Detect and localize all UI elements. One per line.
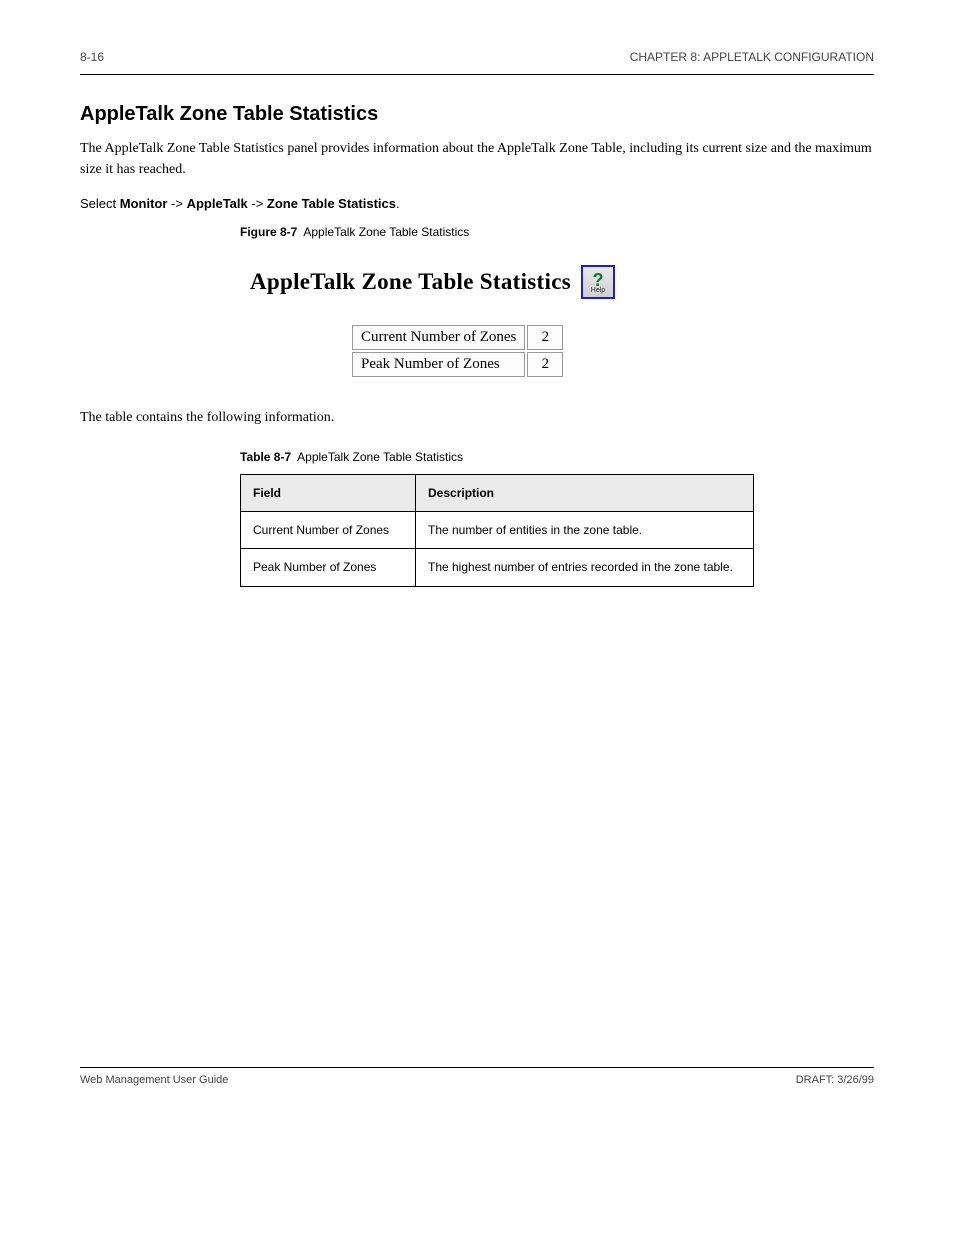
stat-label-current: Current Number of Zones <box>352 325 525 350</box>
field-desc: The highest number of entries recorded i… <box>416 549 754 586</box>
footer-left: Web Management User Guide <box>80 1074 228 1086</box>
nav-prefix: Select <box>80 196 120 211</box>
help-button[interactable]: ? Help <box>581 265 615 299</box>
header-chapter: CHAPTER 8: APPLETALK CONFIGURATION <box>630 50 874 64</box>
table-caption: Table 8-7 AppleTalk Zone Table Statistic… <box>240 450 874 464</box>
figure-panel: AppleTalk Zone Table Statistics ? Help C… <box>250 265 874 379</box>
nav-arrow: -> <box>251 196 267 211</box>
stat-label-peak: Peak Number of Zones <box>352 352 525 377</box>
table-row: Peak Number of Zones 2 <box>352 352 563 377</box>
table-row: Current Number of Zones 2 <box>352 325 563 350</box>
nav-monitor: Monitor <box>120 196 168 211</box>
panel-title: AppleTalk Zone Table Statistics <box>250 269 571 295</box>
col-description: Description <box>416 475 754 512</box>
figure-number: Figure 8-7 <box>240 225 297 239</box>
footer-right: DRAFT: 3/26/99 <box>796 1074 874 1086</box>
description-table: Field Description Current Number of Zone… <box>240 474 754 587</box>
field-desc: The number of entities in the zone table… <box>416 512 754 549</box>
page-header: 8-16 CHAPTER 8: APPLETALK CONFIGURATION <box>80 50 874 74</box>
nav-zone-stats: Zone Table Statistics <box>267 196 396 211</box>
col-field: Field <box>241 475 416 512</box>
table-row: Current Number of Zones The number of en… <box>241 512 754 549</box>
section-intro: The AppleTalk Zone Table Statistics pane… <box>80 138 874 180</box>
help-label: Help <box>591 287 605 294</box>
field-name: Peak Number of Zones <box>241 549 416 586</box>
table-row: Peak Number of Zones The highest number … <box>241 549 754 586</box>
figure-caption: Figure 8-7 AppleTalk Zone Table Statisti… <box>240 225 874 239</box>
field-name: Current Number of Zones <box>241 512 416 549</box>
stat-value-current: 2 <box>527 325 563 350</box>
header-rule <box>80 74 874 75</box>
figure-caption-text: AppleTalk Zone Table Statistics <box>303 225 469 239</box>
nav-path: Select Monitor -> AppleTalk -> Zone Tabl… <box>80 196 874 211</box>
stats-table: Current Number of Zones 2 Peak Number of… <box>350 323 565 379</box>
footer-rule <box>80 1067 874 1068</box>
table-number: Table 8-7 <box>240 450 291 464</box>
header-page-number: 8-16 <box>80 50 104 64</box>
page-footer: Web Management User Guide DRAFT: 3/26/99 <box>80 1074 874 1086</box>
stat-value-peak: 2 <box>527 352 563 377</box>
table-lead-in: The table contains the following informa… <box>80 407 874 428</box>
nav-appletalk: AppleTalk <box>187 196 248 211</box>
table-caption-text: AppleTalk Zone Table Statistics <box>297 450 463 464</box>
nav-arrow: -> <box>171 196 187 211</box>
section-title: AppleTalk Zone Table Statistics <box>80 103 874 126</box>
